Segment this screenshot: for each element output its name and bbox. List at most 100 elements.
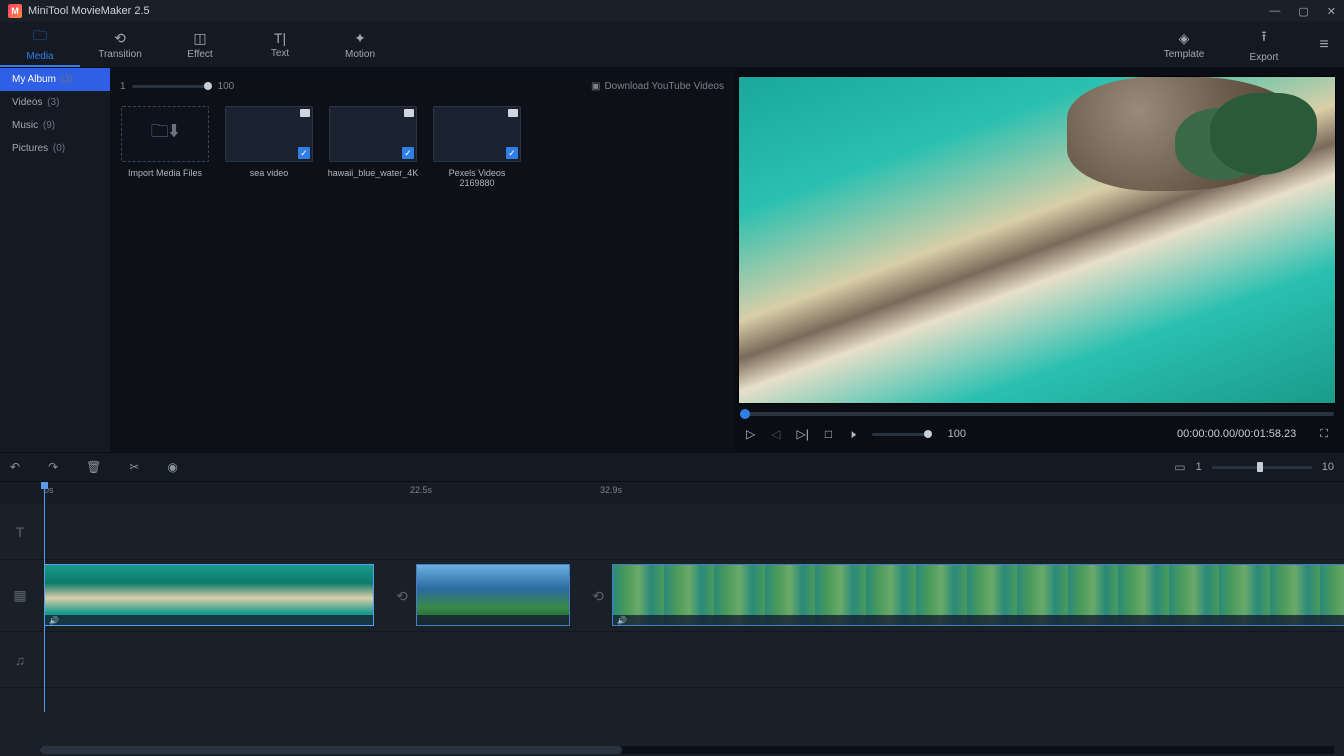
sidebar-label: Music (12, 120, 38, 131)
speed-button[interactable]: ◉ (167, 460, 177, 474)
transition-slot[interactable]: ⟲ (392, 586, 412, 606)
tab-motion[interactable]: ✦ Motion (320, 22, 400, 67)
tl-zoom-min: 1 (1196, 461, 1202, 473)
timeline-toolbar: ↶ ↷ 🗑 ✂ ◉ ▭ 1 10 (0, 452, 1344, 482)
transition-slot[interactable]: ⟲ (588, 586, 608, 606)
tab-label: Text (271, 48, 289, 59)
volume-slider[interactable] (872, 433, 932, 436)
maximize-button[interactable]: ▢ (1298, 5, 1308, 18)
volume-icon[interactable]: 🕨 (848, 427, 856, 442)
title-bar: M MiniTool MovieMaker 2.5 — ▢ ✕ (0, 0, 1344, 22)
timeline-clip[interactable]: 🔊 (612, 564, 1344, 626)
text-track[interactable]: T (0, 504, 1344, 560)
preview-viewport[interactable] (738, 76, 1336, 404)
timeline-scrollbar[interactable] (40, 746, 1334, 754)
clip-label: hawaii_blue_water_4K (328, 168, 419, 178)
download-youtube-link[interactable]: ▣ Download YouTube Videos (591, 81, 724, 92)
checkmark-icon: ✓ (298, 147, 310, 159)
sidebar-item-music[interactable]: Music (9) (0, 114, 110, 137)
folder-icon: 🗀 (33, 25, 47, 49)
timeline-zoom-slider[interactable] (1212, 466, 1312, 469)
clip-label: sea video (250, 168, 289, 178)
video-track-icon: ▦ (0, 587, 40, 604)
text-track-icon: T (0, 524, 40, 540)
thumb-zoom-min: 1 (120, 81, 126, 92)
music-track-icon: ♫ (0, 652, 40, 668)
thumb-zoom-max: 100 (218, 81, 235, 92)
time-ruler[interactable]: 0s 22.5s 32.9s (0, 482, 1344, 504)
timeline-clip[interactable] (416, 564, 570, 626)
template-icon: ◈ (1179, 30, 1190, 47)
tl-zoom-max: 10 (1322, 461, 1334, 473)
tab-transition[interactable]: ⟲ Transition (80, 22, 160, 67)
ruler-tick: 32.9s (600, 485, 622, 495)
checkmark-icon: ✓ (402, 147, 414, 159)
tab-text[interactable]: T| Text (240, 22, 320, 67)
undo-button[interactable]: ↶ (10, 460, 20, 474)
sidebar-count: (9) (43, 120, 55, 131)
export-icon: ⭱ (1262, 26, 1267, 50)
tab-label: Template (1164, 49, 1205, 60)
video-camera-icon: ▣ (591, 81, 600, 92)
video-badge-icon (404, 109, 414, 117)
fullscreen-button[interactable]: ⛶ (1320, 428, 1328, 441)
tab-label: Effect (187, 49, 212, 60)
sidebar-count: (3) (61, 74, 73, 85)
audio-icon: 🔊 (49, 616, 59, 625)
transition-icon: ⟲ (114, 30, 126, 47)
media-clip[interactable]: ✓ Pexels Videos 2169880 (432, 106, 522, 188)
minimize-button[interactable]: — (1269, 5, 1280, 18)
sidebar-count: (0) (53, 143, 65, 154)
play-button[interactable]: ▷ (746, 427, 755, 441)
download-label: Download YouTube Videos (604, 81, 724, 92)
fit-timeline-button[interactable]: ▭ (1174, 460, 1185, 474)
tab-label: Media (26, 51, 53, 62)
tab-export[interactable]: ⭱ Export (1224, 22, 1304, 67)
tab-template[interactable]: ◈ Template (1144, 22, 1224, 67)
main-ribbon: 🗀 Media ⟲ Transition ◫ Effect T| Text ✦ … (0, 22, 1344, 68)
sidebar-label: My Album (12, 74, 56, 85)
app-logo-icon: M (8, 4, 22, 18)
tab-media[interactable]: 🗀 Media (0, 22, 80, 67)
playhead[interactable] (44, 482, 45, 712)
video-badge-icon (300, 109, 310, 117)
effect-icon: ◫ (193, 30, 206, 47)
media-clip[interactable]: ✓ sea video (224, 106, 314, 188)
tab-label: Motion (345, 49, 375, 60)
app-title: MiniTool MovieMaker 2.5 (28, 5, 1269, 17)
close-button[interactable]: ✕ (1327, 5, 1336, 18)
import-label: Import Media Files (128, 168, 202, 178)
seek-bar[interactable] (740, 412, 1334, 416)
thumbnail-zoom-slider[interactable] (132, 85, 212, 88)
checkmark-icon: ✓ (506, 147, 518, 159)
timeline: 0s 22.5s 32.9s T ▦ 🔊 ⟲ ⟲ (0, 482, 1344, 756)
text-icon: T| (274, 30, 286, 46)
time-display: 00:00:00.00/00:01:58.23 (1177, 428, 1296, 440)
stop-button[interactable]: □ (825, 427, 832, 441)
split-button[interactable]: ✂ (129, 460, 139, 474)
redo-button[interactable]: ↷ (48, 460, 58, 474)
tab-label: Export (1250, 52, 1279, 63)
volume-value: 100 (948, 428, 966, 440)
motion-icon: ✦ (354, 30, 366, 47)
prev-frame-button[interactable]: ◁ (771, 427, 780, 441)
media-sidebar: My Album (3) Videos (3) Music (9) Pictur… (0, 68, 110, 452)
media-clip[interactable]: ✓ hawaii_blue_water_4K (328, 106, 418, 188)
delete-button[interactable]: 🗑 (86, 460, 101, 474)
next-frame-button[interactable]: ▷| (796, 427, 808, 441)
sidebar-item-my-album[interactable]: My Album (3) (0, 68, 110, 91)
preview-panel: ▷ ◁ ▷| □ 🕨 100 00:00:00.00/00:01:58.23 ⛶ (734, 68, 1344, 452)
sidebar-item-videos[interactable]: Videos (3) (0, 91, 110, 114)
clip-label: Pexels Videos 2169880 (432, 168, 522, 188)
import-icon: 🗀⬇ (151, 119, 179, 149)
timeline-clip[interactable]: 🔊 (44, 564, 374, 626)
menu-button[interactable]: ≡ (1304, 36, 1344, 54)
video-track[interactable]: ▦ 🔊 ⟲ ⟲ 🔊 (0, 560, 1344, 632)
audio-track[interactable]: ♫ (0, 632, 1344, 688)
audio-icon: 🔊 (617, 616, 627, 625)
sidebar-label: Videos (12, 97, 42, 108)
sidebar-item-pictures[interactable]: Pictures (0) (0, 137, 110, 160)
import-media-tile[interactable]: 🗀⬇ Import Media Files (120, 106, 210, 188)
tab-effect[interactable]: ◫ Effect (160, 22, 240, 67)
sidebar-label: Pictures (12, 143, 48, 154)
